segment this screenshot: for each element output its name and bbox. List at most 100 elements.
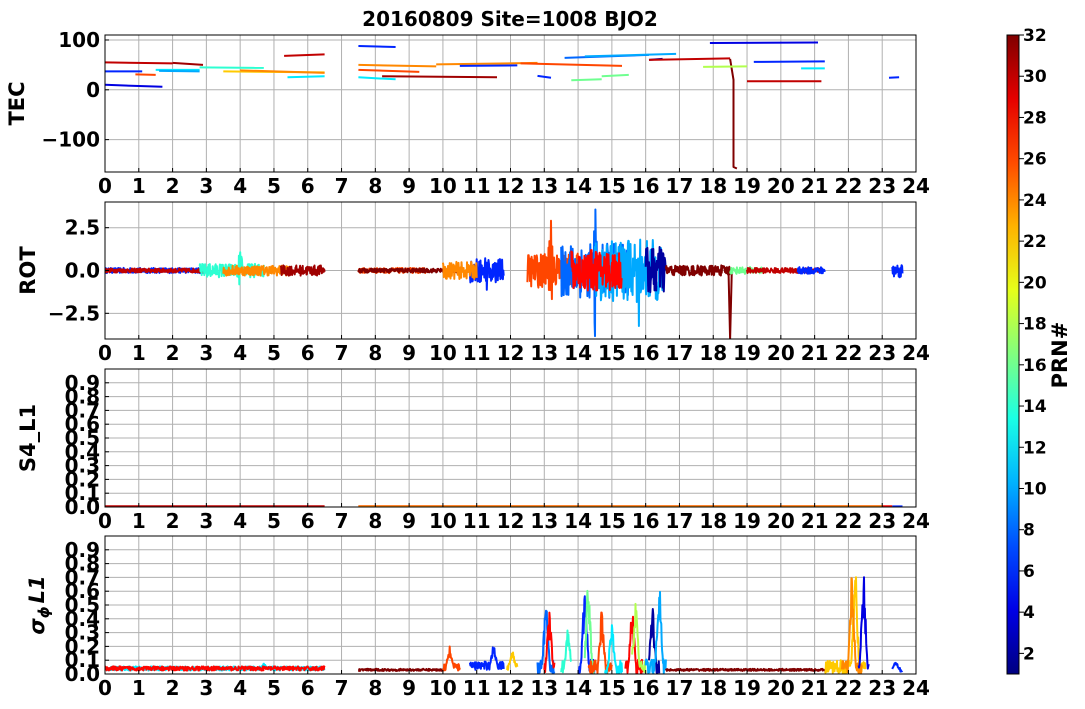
x-tick-label: 8	[368, 341, 382, 365]
x-tick-label: 0	[98, 676, 112, 700]
series-line-prn-24	[441, 260, 478, 280]
x-tick-label: 8	[368, 174, 382, 198]
x-tick-label: 17	[666, 341, 694, 365]
x-tick-label: 1	[132, 676, 146, 700]
series-line-prn-6	[459, 64, 518, 67]
x-tick-label: 24	[902, 509, 930, 533]
series-line-prn-32	[727, 270, 733, 339]
series-line-prn-31	[382, 75, 498, 79]
x-tick-label: 15	[598, 676, 626, 700]
x-tick-label: 16	[632, 509, 660, 533]
x-tick-label: 19	[733, 509, 761, 533]
series-line-prn-6	[796, 266, 826, 275]
x-tick-label: 3	[199, 676, 213, 700]
x-tick-label: 6	[301, 509, 315, 533]
series-line-prn-16	[571, 78, 602, 82]
series-line-prn-14	[199, 66, 264, 69]
x-tick-label: 15	[598, 509, 626, 533]
series-line-prn-4	[105, 83, 163, 88]
colorbar-tick-label: 12	[1023, 438, 1047, 458]
x-tick-label: 15	[598, 174, 626, 198]
y-tick-label: 0.9	[65, 371, 100, 395]
x-tick-label: 3	[199, 174, 213, 198]
x-tick-label: 24	[902, 174, 930, 198]
series-line-prn-22	[506, 651, 519, 671]
series-line-prn-31	[279, 264, 326, 277]
series-line-prn-26	[135, 73, 156, 76]
x-tick-label: 6	[301, 676, 315, 700]
x-tick-label: 10	[429, 174, 457, 198]
series-line-prn-14	[560, 629, 572, 674]
x-tick-label: 13	[530, 174, 558, 198]
x-tick-label: 16	[632, 174, 660, 198]
colorbar-tick-label: 2	[1023, 644, 1035, 664]
x-tick-label: 6	[301, 341, 315, 365]
x-tick-label: 13	[530, 341, 558, 365]
series-line-prn-6	[358, 45, 396, 48]
colorbar-tick-label: 6	[1023, 562, 1035, 582]
x-tick-label: 17	[666, 676, 694, 700]
x-tick-label: 21	[801, 676, 829, 700]
x-tick-label: 19	[733, 341, 761, 365]
x-tick-label: 11	[463, 676, 491, 700]
x-tick-label: 22	[834, 509, 862, 533]
x-tick-label: 7	[335, 174, 349, 198]
x-tick-label: 19	[733, 174, 761, 198]
x-tick-label: 16	[632, 676, 660, 700]
x-tick-label: 0	[98, 174, 112, 198]
series-line-prn-26	[358, 68, 420, 73]
series-line-prn-30	[284, 53, 325, 57]
x-tick-label: 23	[868, 174, 896, 198]
series-group	[105, 208, 904, 339]
series-line-prn-2	[644, 246, 667, 294]
series-line-prn-31	[172, 61, 204, 66]
x-tick-label: 9	[402, 341, 416, 365]
series-line-prn-10	[584, 52, 677, 58]
colorbar-tick-label: 16	[1023, 356, 1047, 376]
x-tick-label: 22	[834, 676, 862, 700]
series-line-prn-12	[287, 75, 325, 79]
x-tick-label: 4	[233, 509, 247, 533]
x-tick-label: 6	[301, 174, 315, 198]
x-tick-label: 24	[902, 676, 930, 700]
colorbar-tick-label: 32	[1023, 26, 1047, 46]
x-tick-label: 5	[267, 676, 281, 700]
colorbar-tick-label: 24	[1023, 191, 1047, 211]
colorbar: 2468101214161820222426283032PRN#	[1006, 26, 1072, 675]
x-tick-label: 12	[497, 676, 525, 700]
x-tick-label: 5	[267, 509, 281, 533]
x-tick-label: 19	[733, 676, 761, 700]
colorbar-gradient	[1006, 34, 1020, 675]
x-tick-label: 9	[402, 174, 416, 198]
series-line-prn-26	[442, 645, 461, 672]
series-line-prn-32	[665, 667, 826, 672]
series-line-prn-30	[105, 61, 173, 65]
x-tick-label: 22	[834, 174, 862, 198]
colorbar-tick-label: 28	[1023, 108, 1047, 128]
x-tick-label: 7	[335, 341, 349, 365]
series-line-prn-28	[570, 249, 623, 292]
series-line-prn-6	[888, 76, 900, 79]
x-tick-label: 8	[368, 509, 382, 533]
x-tick-label: 11	[463, 509, 491, 533]
x-tick-label: 12	[497, 174, 525, 198]
colorbar-label: PRN#	[1048, 322, 1072, 389]
x-tick-label: 1	[132, 174, 146, 198]
figure-canvas: 20160809 Site=1008 BJO2 0 1 2 3 4 5 6 7 8 9 10 11 12…	[5, 7, 1072, 700]
x-tick-label: 7	[335, 509, 349, 533]
x-tick-label: 5	[267, 341, 281, 365]
x-tick-label: 13	[530, 676, 558, 700]
x-tick-label: 2	[166, 509, 180, 533]
x-tick-label: 14	[564, 174, 592, 198]
series-line-prn-10	[159, 69, 200, 73]
series-group	[105, 41, 900, 170]
x-tick-label: 0	[98, 341, 112, 365]
x-tick-label: 18	[699, 341, 727, 365]
series-line-prn-6	[891, 264, 904, 279]
colorbar-tick-label: 26	[1023, 150, 1047, 170]
x-tick-label: 18	[699, 174, 727, 198]
x-tick-label: 3	[199, 509, 213, 533]
series-line-prn-4	[709, 41, 819, 44]
series-line-prn-12	[358, 76, 396, 81]
series-line-prn-6	[891, 661, 904, 673]
